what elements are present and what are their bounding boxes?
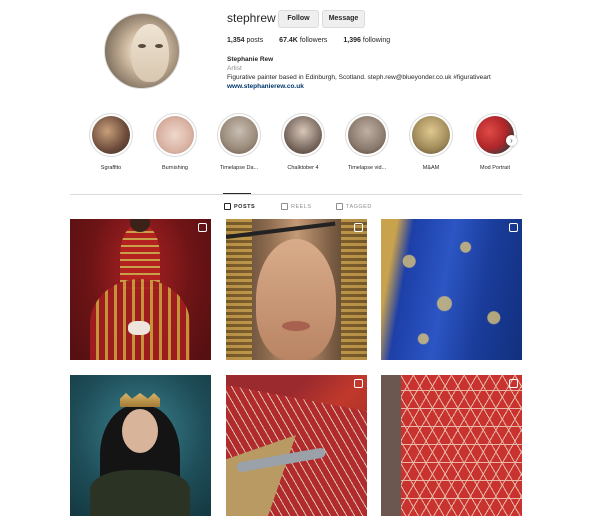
post-art (226, 219, 252, 360)
chevron-right-icon[interactable]: › (506, 135, 517, 146)
highlight-item[interactable]: M&AM (399, 113, 463, 171)
active-tab-indicator (223, 193, 251, 194)
reel-icon (509, 379, 518, 388)
highlight-image (284, 116, 322, 154)
post-art (282, 321, 310, 331)
highlight-image (220, 116, 258, 154)
bio-category: Artist (227, 65, 242, 72)
tab-tagged[interactable]: TAGGED (336, 203, 372, 210)
post-art (381, 375, 401, 516)
highlight-label: Sgraffito (100, 165, 122, 171)
avatar-eye (138, 44, 146, 48)
followers-count-label: followers (299, 37, 328, 44)
tab-reels-label: REELS (291, 203, 312, 210)
avatar-face (131, 24, 169, 82)
post-art (90, 279, 190, 360)
following-count[interactable]: 1,396 following (343, 37, 390, 44)
highlight-label: Chalktober 4 (287, 165, 319, 171)
reel-icon (354, 223, 363, 232)
highlight-image (348, 116, 386, 154)
highlight-item[interactable]: Burnishing (143, 113, 207, 171)
avatar-eye (155, 44, 163, 48)
highlight-ring (345, 113, 389, 157)
highlight-image (92, 116, 130, 154)
bio-link[interactable]: www.stephanierew.co.uk (227, 82, 557, 91)
followers-count-value: 67.4K (279, 37, 298, 44)
highlight-ring (89, 113, 133, 157)
highlight-ring (281, 113, 325, 157)
tabs-divider (70, 194, 522, 195)
highlight-label: Timelapse Da... (219, 165, 259, 171)
reel-icon (354, 379, 363, 388)
highlight-image (156, 116, 194, 154)
tab-tagged-label: TAGGED (346, 203, 372, 210)
tag-icon (336, 203, 343, 210)
highlight-label: Burnishing (162, 165, 188, 171)
post-art (90, 470, 190, 516)
post-art (381, 375, 522, 516)
profile-stats: 1,354 posts 67.4K followers 1,396 follow… (227, 37, 404, 44)
tab-reels[interactable]: REELS (281, 203, 312, 210)
post-art (128, 321, 150, 335)
tab-posts-label: POSTS (234, 203, 256, 210)
posts-count-label: posts (246, 37, 264, 44)
highlight-item[interactable]: Timelapse Da... (207, 113, 271, 171)
following-count-value: 1,396 (343, 37, 361, 44)
post-thumbnail[interactable] (381, 375, 522, 516)
highlight-ring (217, 113, 261, 157)
carousel-icon (198, 223, 207, 232)
highlight-item[interactable]: Timelapse vid... (335, 113, 399, 171)
highlight-label: Mod Portrait (480, 165, 510, 171)
post-art (122, 409, 158, 453)
highlight-label: Timelapse vid... (347, 165, 387, 171)
follow-button[interactable]: Follow (278, 10, 319, 28)
profile-username: stephrew (227, 11, 276, 25)
following-count-label: following (362, 37, 391, 44)
highlight-image (412, 116, 450, 154)
tab-posts[interactable]: POSTS (224, 203, 255, 210)
post-thumbnail[interactable] (381, 219, 522, 360)
highlight-item[interactable]: Mod Portrait (463, 113, 527, 171)
highlight-label: M&AM (422, 165, 440, 171)
post-thumbnail[interactable] (70, 219, 211, 360)
profile-bio: Stephanie Rew Artist Figurative painter … (227, 55, 557, 91)
grid-icon (224, 203, 231, 210)
post-art (120, 393, 160, 407)
posts-count: 1,354 posts (227, 37, 263, 44)
post-thumbnail[interactable] (226, 375, 367, 516)
message-button[interactable]: Message (322, 10, 365, 28)
bio-text: Figurative painter based in Edinburgh, S… (227, 74, 491, 81)
profile-avatar[interactable] (104, 13, 180, 89)
post-art (256, 239, 336, 360)
reel-icon (509, 223, 518, 232)
highlight-ring (409, 113, 453, 157)
highlight-ring (153, 113, 197, 157)
post-thumbnail[interactable] (226, 219, 367, 360)
bio-name: Stephanie Rew (227, 56, 274, 63)
posts-count-value: 1,354 (227, 37, 245, 44)
highlight-item[interactable]: Chalktober 4 (271, 113, 335, 171)
followers-count[interactable]: 67.4K followers (279, 37, 327, 44)
reels-icon (281, 203, 288, 210)
post-art (341, 219, 367, 360)
post-thumbnail[interactable] (70, 375, 211, 516)
highlight-item[interactable]: Sgraffito (79, 113, 143, 171)
post-art (381, 219, 522, 360)
